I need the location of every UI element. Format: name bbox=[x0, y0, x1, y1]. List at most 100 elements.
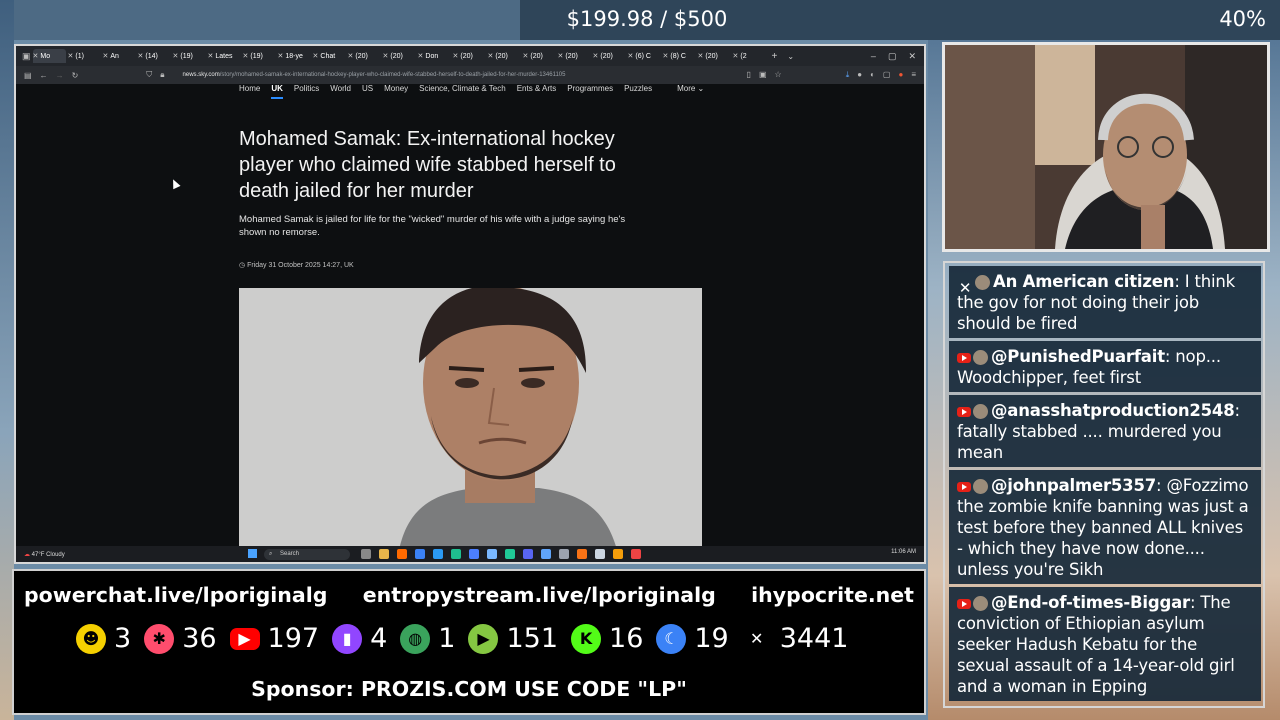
chat-username: @PunishedPuarfait bbox=[991, 347, 1165, 366]
nav-item-science-climate-tech[interactable]: Science, Climate & Tech bbox=[419, 84, 506, 99]
taskbar-search[interactable]: ⌕ Search bbox=[264, 549, 350, 560]
browser-tab[interactable]: ✕ (19) bbox=[243, 49, 276, 63]
browser-tab[interactable]: ✕ (20) bbox=[383, 49, 416, 63]
tab-label: (2 bbox=[740, 52, 747, 60]
taskbar-app-icon[interactable] bbox=[631, 549, 641, 559]
screenshot-icon[interactable]: ▣ bbox=[759, 70, 767, 80]
browser-tab[interactable]: ✕ (20) bbox=[453, 49, 486, 63]
taskbar-clock[interactable]: 11:06 AM bbox=[891, 549, 916, 555]
count-value: 19 bbox=[694, 623, 729, 654]
weather-temp: 47°F bbox=[31, 551, 45, 558]
nav-item-world[interactable]: World bbox=[330, 84, 351, 99]
browser-tab[interactable]: ✕ (1) bbox=[68, 49, 101, 63]
nav-item-us[interactable]: US bbox=[362, 84, 373, 99]
taskbar-app-icon[interactable] bbox=[523, 549, 533, 559]
reader-icon[interactable]: ▯ bbox=[747, 70, 751, 80]
taskbar-app-icon[interactable] bbox=[505, 549, 515, 559]
taskbar-app-icon[interactable] bbox=[577, 549, 587, 559]
taskbar-app-icon[interactable] bbox=[361, 549, 371, 559]
reload-icon[interactable]: ↻ bbox=[72, 71, 79, 80]
nav-item-ents-arts[interactable]: Ents & Arts bbox=[517, 84, 557, 99]
browser-tab[interactable]: ✕ (14) bbox=[138, 49, 171, 63]
sidebar-icon[interactable]: ▣ bbox=[22, 51, 31, 62]
chat-text: fatally stabbed .... murdered you mean bbox=[957, 422, 1222, 462]
count-value: 151 bbox=[506, 623, 559, 654]
browser-tab[interactable]: ✕ (20) bbox=[488, 49, 521, 63]
clock-time: 11:06 AM bbox=[891, 549, 916, 555]
maximize-icon[interactable]: ▢ bbox=[888, 51, 897, 62]
tab-list-icon[interactable]: ⌄ bbox=[787, 52, 794, 61]
browser-tab[interactable]: ✕ Mo bbox=[32, 49, 66, 63]
nav-item-programmes[interactable]: Programmes bbox=[567, 84, 613, 99]
menu-icon[interactable]: ▤ bbox=[24, 71, 32, 80]
close-window-icon[interactable]: ✕ bbox=[908, 51, 916, 62]
count-value: 3441 bbox=[779, 623, 849, 654]
puzzle-icon[interactable]: ▢ bbox=[883, 70, 891, 80]
browser-tab[interactable]: ✕ (6) C bbox=[628, 49, 661, 63]
tab-favicon-icon: ✕ bbox=[452, 53, 459, 60]
tab-label: Mo bbox=[40, 52, 51, 60]
account-icon[interactable]: ● bbox=[857, 70, 862, 80]
chat-message: @anasshatproduction2548: fatally stabbed… bbox=[949, 395, 1261, 467]
tab-favicon-icon: ✕ bbox=[67, 53, 74, 60]
nav-item-politics[interactable]: Politics bbox=[294, 84, 319, 99]
addon-icon[interactable]: ● bbox=[898, 70, 903, 80]
browser-tab[interactable]: ✕ (20) bbox=[348, 49, 381, 63]
bookmark-star-icon[interactable]: ☆ bbox=[775, 70, 782, 80]
forward-icon[interactable]: → bbox=[56, 71, 64, 80]
taskbar-app-icon[interactable] bbox=[433, 549, 443, 559]
browser-tab[interactable]: ✕ (20) bbox=[698, 49, 731, 63]
search-icon: ⌕ bbox=[269, 551, 273, 557]
back-icon[interactable]: ← bbox=[40, 71, 48, 80]
nav-item-puzzles[interactable]: Puzzles bbox=[624, 84, 652, 99]
tab-label: (19) bbox=[180, 52, 193, 60]
count-value: 16 bbox=[609, 623, 644, 654]
browser-tab[interactable]: ✕ Don bbox=[418, 49, 451, 63]
extension-icon[interactable]: ◐ bbox=[870, 70, 875, 80]
nav-item-money[interactable]: Money bbox=[384, 84, 408, 99]
browser-tab[interactable]: ✕ (2 bbox=[733, 49, 766, 63]
taskbar-app-icon[interactable] bbox=[595, 549, 605, 559]
weather-cloud-icon: ☁ bbox=[24, 551, 32, 558]
weather-widget[interactable]: ☁ 47°F Cloudy bbox=[24, 551, 65, 558]
browser-tab[interactable]: ✕ (20) bbox=[558, 49, 591, 63]
donation-goal-bar: $199.98 / $500 40% bbox=[14, 0, 1280, 40]
download-icon[interactable]: ⤓ bbox=[846, 70, 850, 80]
browser-tab[interactable]: ✕ (19) bbox=[173, 49, 206, 63]
shield-icon[interactable]: ⛉ bbox=[146, 70, 152, 80]
taskbar-app-icon[interactable] bbox=[469, 549, 479, 559]
taskbar-app-icon[interactable] bbox=[559, 549, 569, 559]
tab-label: (20) bbox=[565, 52, 578, 60]
app-menu-icon[interactable]: ≡ bbox=[911, 70, 916, 80]
browser-tab[interactable]: ✕ (20) bbox=[593, 49, 626, 63]
tab-label: An bbox=[110, 52, 119, 60]
taskbar-app-icon[interactable] bbox=[397, 549, 407, 559]
browser-tab[interactable]: ✕ (20) bbox=[523, 49, 556, 63]
nav-item-more[interactable]: More ⌄ bbox=[677, 84, 704, 99]
chat-message: @PunishedPuarfait: nop... Woodchipper, f… bbox=[949, 341, 1261, 392]
stream-link: ihypocrite.net bbox=[751, 583, 914, 607]
tab-label: Don bbox=[425, 52, 439, 60]
url-field[interactable]: news.sky.com/story/mohamed-samak-ex-inte… bbox=[183, 72, 566, 78]
browser-tab[interactable]: ✕ 18-ye bbox=[278, 49, 311, 63]
taskbar-app-icon[interactable] bbox=[379, 549, 389, 559]
tab-label: (20) bbox=[705, 52, 718, 60]
taskbar-app-icon[interactable] bbox=[415, 549, 425, 559]
start-icon[interactable] bbox=[248, 549, 257, 558]
browser-tab[interactable]: ✕ (8) C bbox=[663, 49, 696, 63]
nav-item-uk[interactable]: UK bbox=[271, 84, 283, 99]
browser-tab[interactable]: ✕ Lates bbox=[208, 49, 241, 63]
avatar bbox=[973, 479, 988, 494]
taskbar-app-icon[interactable] bbox=[487, 549, 497, 559]
article-photo[interactable] bbox=[239, 288, 702, 550]
browser-tab[interactable]: ✕ An bbox=[103, 49, 136, 63]
tab-favicon-icon: ✕ bbox=[417, 53, 424, 60]
taskbar-app-icon[interactable] bbox=[541, 549, 551, 559]
taskbar-app-icon[interactable] bbox=[613, 549, 623, 559]
browser-tab[interactable]: ✕ Chat bbox=[313, 49, 346, 63]
nav-item-home[interactable]: Home bbox=[239, 84, 260, 99]
minimize-icon[interactable]: – bbox=[871, 51, 876, 62]
new-tab-icon[interactable]: + bbox=[772, 51, 778, 62]
taskbar-app-icon[interactable] bbox=[451, 549, 461, 559]
platform-count: ✱ 36 bbox=[144, 623, 217, 654]
